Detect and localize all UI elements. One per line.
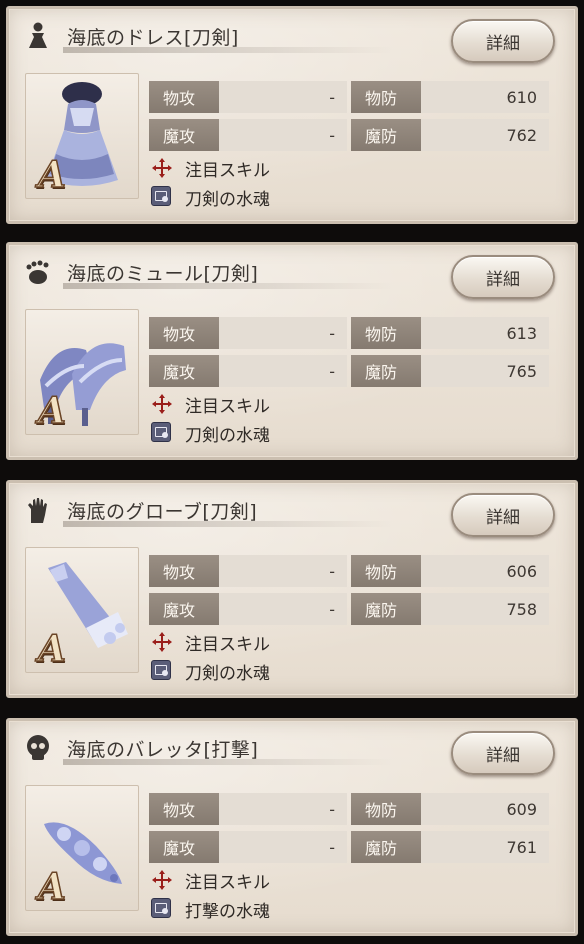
cross-arrows-icon xyxy=(151,393,173,415)
equipment-card: 海底のドレス[刀剣] 詳細 A 物攻 - 物防 610 魔攻 - 魔防 762 … xyxy=(6,6,578,224)
featured-skill-label: 注目スキル xyxy=(185,873,270,893)
stat-value: - xyxy=(219,81,347,113)
stat-physical-defense: 物防 610 xyxy=(351,81,549,113)
stat-magic-attack: 魔攻 - xyxy=(149,593,347,625)
stat-label: 物攻 xyxy=(149,555,219,587)
stat-value: 758 xyxy=(421,593,549,625)
stat-label: 物攻 xyxy=(149,793,219,825)
stat-physical-attack: 物攻 - xyxy=(149,81,347,113)
skill-book-icon xyxy=(151,660,173,682)
stat-label: 物防 xyxy=(351,81,421,113)
stat-physical-defense: 物防 606 xyxy=(351,555,549,587)
cross-arrows-icon xyxy=(151,869,173,891)
stat-value: - xyxy=(219,119,347,151)
stat-label: 魔攻 xyxy=(149,593,219,625)
stat-value: - xyxy=(219,355,347,387)
rank-badge: A xyxy=(37,627,66,671)
card-title-row: 海底のバレッタ[打撃] xyxy=(23,731,393,765)
dress-icon xyxy=(23,21,57,51)
stat-label: 物防 xyxy=(351,793,421,825)
equipment-card: 海底のグローブ[刀剣] 詳細 A 物攻 - 物防 606 魔攻 - 魔防 758… xyxy=(6,480,578,698)
stat-magic-defense: 魔防 761 xyxy=(351,831,549,863)
stat-value: 613 xyxy=(421,317,549,349)
item-name: 海底のバレッタ[打撃] xyxy=(67,739,259,761)
hand-icon xyxy=(23,495,57,525)
skill-name: 刀剣の水魂 xyxy=(185,190,270,210)
stat-physical-defense: 物防 613 xyxy=(351,317,549,349)
stat-value: 609 xyxy=(421,793,549,825)
stat-magic-defense: 魔防 758 xyxy=(351,593,549,625)
item-name: 海底のグローブ[刀剣] xyxy=(67,501,258,523)
stat-label: 魔攻 xyxy=(149,119,219,151)
equipment-card: 海底のバレッタ[打撃] 詳細 A 物攻 - 物防 609 魔攻 - 魔防 761… xyxy=(6,718,578,936)
item-thumbnail[interactable]: A xyxy=(25,73,139,199)
detail-button[interactable]: 詳細 xyxy=(451,493,555,537)
stat-label: 魔攻 xyxy=(149,831,219,863)
item-name: 海底のミュール[刀剣] xyxy=(67,263,259,285)
stat-magic-attack: 魔攻 - xyxy=(149,831,347,863)
skill-name: 刀剣の水魂 xyxy=(185,426,270,446)
cross-arrows-icon xyxy=(151,157,173,179)
stat-label: 魔防 xyxy=(351,593,421,625)
skill-book-icon xyxy=(151,186,173,208)
skill-book-icon xyxy=(151,422,173,444)
stat-physical-defense: 物防 609 xyxy=(351,793,549,825)
detail-button[interactable]: 詳細 xyxy=(451,731,555,775)
rank-badge: A xyxy=(37,153,66,197)
skill-name: 打撃の水魂 xyxy=(185,902,270,922)
stat-magic-defense: 魔防 765 xyxy=(351,355,549,387)
cross-arrows-icon xyxy=(151,631,173,653)
stat-value: 762 xyxy=(421,119,549,151)
stat-magic-attack: 魔攻 - xyxy=(149,355,347,387)
stat-physical-attack: 物攻 - xyxy=(149,317,347,349)
stat-label: 物防 xyxy=(351,317,421,349)
stat-physical-attack: 物攻 - xyxy=(149,793,347,825)
stat-magic-attack: 魔攻 - xyxy=(149,119,347,151)
stat-magic-defense: 魔防 762 xyxy=(351,119,549,151)
item-thumbnail[interactable]: A xyxy=(25,785,139,911)
item-thumbnail[interactable]: A xyxy=(25,547,139,673)
skull-icon xyxy=(23,733,57,763)
detail-button[interactable]: 詳細 xyxy=(451,19,555,63)
featured-skill-label: 注目スキル xyxy=(185,161,270,181)
featured-skill-label: 注目スキル xyxy=(185,397,270,417)
skill-name: 刀剣の水魂 xyxy=(185,664,270,684)
stat-value: - xyxy=(219,317,347,349)
stat-label: 物防 xyxy=(351,555,421,587)
rank-badge: A xyxy=(37,865,66,909)
card-title-row: 海底のミュール[刀剣] xyxy=(23,255,393,289)
featured-skill-label: 注目スキル xyxy=(185,635,270,655)
stat-label: 魔防 xyxy=(351,119,421,151)
card-title-row: 海底のグローブ[刀剣] xyxy=(23,493,393,527)
rank-badge: A xyxy=(37,389,66,433)
skill-book-icon xyxy=(151,898,173,920)
footprint-icon xyxy=(23,257,57,287)
detail-button[interactable]: 詳細 xyxy=(451,255,555,299)
stat-physical-attack: 物攻 - xyxy=(149,555,347,587)
item-name: 海底のドレス[刀剣] xyxy=(67,27,239,49)
stat-value: 765 xyxy=(421,355,549,387)
stat-value: 761 xyxy=(421,831,549,863)
stat-label: 物攻 xyxy=(149,81,219,113)
stat-value: - xyxy=(219,555,347,587)
stat-value: - xyxy=(219,593,347,625)
stat-value: 610 xyxy=(421,81,549,113)
item-thumbnail[interactable]: A xyxy=(25,309,139,435)
stat-label: 物攻 xyxy=(149,317,219,349)
stat-value: - xyxy=(219,831,347,863)
stat-label: 魔防 xyxy=(351,355,421,387)
stat-label: 魔攻 xyxy=(149,355,219,387)
equipment-card: 海底のミュール[刀剣] 詳細 A 物攻 - 物防 613 魔攻 - 魔防 765… xyxy=(6,242,578,460)
card-title-row: 海底のドレス[刀剣] xyxy=(23,19,393,53)
stat-value: 606 xyxy=(421,555,549,587)
stat-value: - xyxy=(219,793,347,825)
stat-label: 魔防 xyxy=(351,831,421,863)
